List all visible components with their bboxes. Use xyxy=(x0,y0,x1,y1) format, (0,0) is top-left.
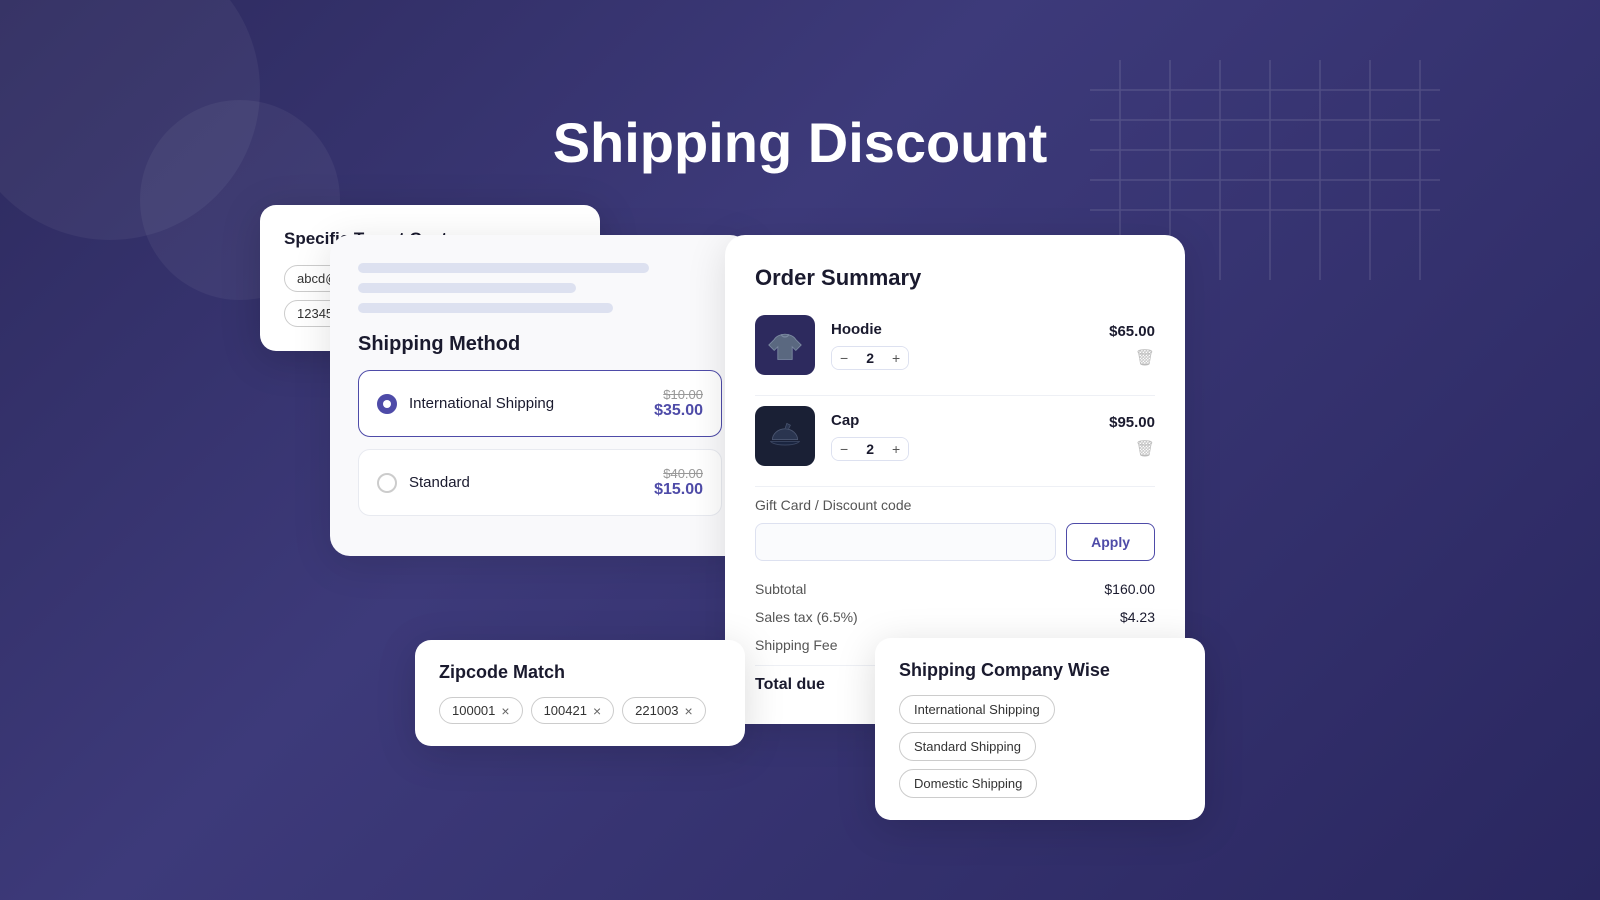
standard-discounted-price: $15.00 xyxy=(654,481,703,499)
hoodie-delete-icon[interactable]: 🗑 xyxy=(1135,348,1155,368)
shipping-company-tag-0[interactable]: International Shipping xyxy=(899,695,1055,724)
hoodie-name: Hoodie xyxy=(831,321,1109,338)
cap-details: Cap − 2 + xyxy=(831,412,1109,461)
order-summary-title: Order Summary xyxy=(755,265,1155,291)
item-divider-1 xyxy=(755,395,1155,396)
shipping-company-tag-1[interactable]: Standard Shipping xyxy=(899,732,1036,761)
international-radio-btn[interactable] xyxy=(377,394,397,414)
cap-image xyxy=(755,406,815,466)
shipping-company-name-0: International Shipping xyxy=(914,702,1040,717)
remove-zip-2-icon[interactable]: × xyxy=(685,704,693,718)
international-radio-label: International Shipping xyxy=(377,394,554,414)
subtotal-row: Subtotal $160.00 xyxy=(755,581,1155,597)
bg-decoration-1 xyxy=(0,0,260,240)
zipcode-title: Zipcode Match xyxy=(439,662,721,683)
gift-card-row: Apply xyxy=(755,523,1155,561)
checkout-card: Shipping Method International Shipping $… xyxy=(330,235,750,556)
international-original-price: $10.00 xyxy=(654,387,703,402)
discount-code-input[interactable] xyxy=(755,523,1056,561)
page-title: Shipping Discount xyxy=(553,110,1048,175)
international-shipping-name: International Shipping xyxy=(409,395,554,412)
total-label: Total due xyxy=(755,676,825,694)
cap-price: $95.00 xyxy=(1109,414,1155,431)
hoodie-image xyxy=(755,315,815,375)
cap-delete-icon[interactable]: 🗑 xyxy=(1135,439,1155,459)
hoodie-qty-control[interactable]: − 2 + xyxy=(831,346,909,370)
standard-original-price: $40.00 xyxy=(654,466,703,481)
shipping-company-tags: International Shipping Standard Shipping… xyxy=(899,695,1181,798)
remove-zip-0-icon[interactable]: × xyxy=(501,704,509,718)
cap-qty-value: 2 xyxy=(856,438,884,460)
shipping-company-name-1: Standard Shipping xyxy=(914,739,1021,754)
shipping-company-card: Shipping Company Wise International Ship… xyxy=(875,638,1205,820)
shipping-company-name-2: Domestic Shipping xyxy=(914,776,1022,791)
zip-tag-2[interactable]: 221003 × xyxy=(622,697,706,724)
cap-qty-increase[interactable]: + xyxy=(884,438,908,460)
cap-qty-decrease[interactable]: − xyxy=(832,438,856,460)
hoodie-qty-value: 2 xyxy=(856,347,884,369)
zipcode-card: Zipcode Match 100001 × 100421 × 221003 × xyxy=(415,640,745,746)
standard-price-col: $40.00 $15.00 xyxy=(654,466,703,499)
hoodie-qty-decrease[interactable]: − xyxy=(832,347,856,369)
shipping-option-international[interactable]: International Shipping $10.00 $35.00 xyxy=(358,370,722,437)
skeleton-line-2 xyxy=(358,283,576,293)
international-price-col: $10.00 $35.00 xyxy=(654,387,703,420)
cap-right: $95.00 🗑 xyxy=(1109,414,1155,459)
hoodie-price: $65.00 xyxy=(1109,323,1155,340)
zip-tag-0[interactable]: 100001 × xyxy=(439,697,523,724)
apply-button[interactable]: Apply xyxy=(1066,523,1155,561)
cap-qty-control[interactable]: − 2 + xyxy=(831,437,909,461)
remove-zip-1-icon[interactable]: × xyxy=(593,704,601,718)
skeleton-line-1 xyxy=(358,263,649,273)
zip-value-2: 221003 xyxy=(635,703,678,718)
hoodie-right: $65.00 🗑 xyxy=(1109,323,1155,368)
hoodie-qty-increase[interactable]: + xyxy=(884,347,908,369)
tax-value: $4.23 xyxy=(1120,609,1155,625)
subtotal-label: Subtotal xyxy=(755,581,806,597)
standard-radio-btn[interactable] xyxy=(377,473,397,493)
subtotal-value: $160.00 xyxy=(1104,581,1155,597)
item-divider-2 xyxy=(755,486,1155,487)
zip-value-1: 100421 xyxy=(544,703,587,718)
cap-name: Cap xyxy=(831,412,1109,429)
gift-card-label: Gift Card / Discount code xyxy=(755,497,1155,513)
standard-radio-label: Standard xyxy=(377,473,470,493)
order-item-hoodie: Hoodie − 2 + $65.00 🗑 xyxy=(755,315,1155,375)
zip-value-0: 100001 xyxy=(452,703,495,718)
order-item-cap: Cap − 2 + $95.00 🗑 xyxy=(755,406,1155,466)
standard-shipping-name: Standard xyxy=(409,474,470,491)
shipping-method-label: Shipping Method xyxy=(358,333,722,356)
shipping-fee-label: Shipping Fee xyxy=(755,637,838,653)
skeleton-line-3 xyxy=(358,303,613,313)
tax-row: Sales tax (6.5%) $4.23 xyxy=(755,609,1155,625)
shipping-company-title: Shipping Company Wise xyxy=(899,660,1181,681)
hoodie-icon xyxy=(767,327,803,363)
international-discounted-price: $35.00 xyxy=(654,402,703,420)
shipping-company-tag-2[interactable]: Domestic Shipping xyxy=(899,769,1037,798)
cap-icon xyxy=(767,418,803,454)
tax-label: Sales tax (6.5%) xyxy=(755,609,858,625)
zipcode-tags-row: 100001 × 100421 × 221003 × xyxy=(439,697,721,724)
zip-tag-1[interactable]: 100421 × xyxy=(531,697,615,724)
hoodie-details: Hoodie − 2 + xyxy=(831,321,1109,370)
shipping-option-standard[interactable]: Standard $40.00 $15.00 xyxy=(358,449,722,516)
